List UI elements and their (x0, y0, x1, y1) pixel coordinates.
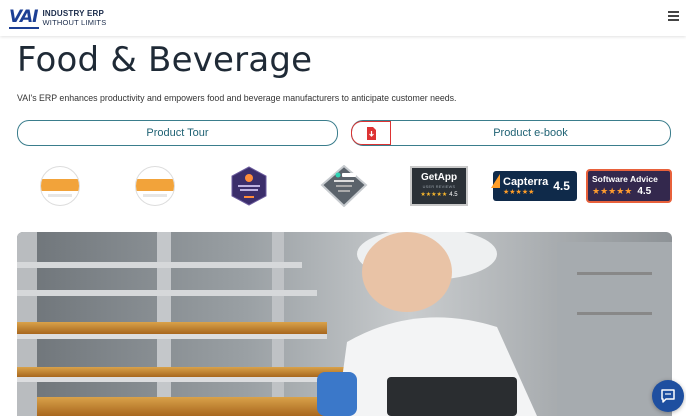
page-subtitle: VAI's ERP enhances productivity and empo… (17, 93, 457, 103)
getapp-sub: USER REVIEWS (422, 185, 456, 189)
product-ebook-label: Product e-book (493, 127, 568, 139)
software-advice-shield-badge (230, 166, 268, 206)
page-title: Food & Beverage (17, 40, 313, 80)
logo-line-2: WITHOUT LIMITS (42, 18, 107, 27)
g2-badge-2 (135, 166, 175, 206)
getapp-shield-badge (320, 164, 368, 208)
hero-photo (17, 232, 672, 416)
getapp-stars: ★★★★★ 4.5 (420, 192, 458, 198)
logo-tagline: INDUSTRY ERP WITHOUT LIMITS (43, 9, 107, 27)
logo-mark: VAI (9, 7, 39, 29)
product-ebook-button[interactable]: Product e-book (351, 120, 671, 146)
capterra-logo-icon (491, 174, 500, 188)
capterra-score: 4.5 (553, 179, 570, 193)
chat-icon[interactable] (652, 380, 684, 412)
software-advice-stars: ★★★★★ (592, 186, 633, 196)
pdf-download-icon (351, 121, 391, 145)
software-advice-name: Software Advice (592, 174, 658, 184)
capterra-name: Capterra (503, 176, 549, 188)
vai-logo[interactable]: VAI INDUSTRY ERP WITHOUT LIMITS (9, 7, 106, 29)
getapp-rating-badge: GetApp USER REVIEWS ★★★★★ 4.5 (410, 166, 468, 206)
logo-line-1: INDUSTRY ERP (42, 9, 105, 18)
getapp-score: 4.5 (449, 192, 458, 198)
product-tour-button[interactable]: Product Tour (17, 120, 338, 146)
site-header: VAI INDUSTRY ERP WITHOUT LIMITS (0, 0, 686, 36)
product-tour-label: Product Tour (146, 127, 209, 139)
capterra-rating-badge: Capterra ★★★★★ 4.5 (491, 171, 577, 201)
getapp-name: GetApp (420, 172, 458, 183)
software-advice-rating-badge: Software Advice ★★★★★ 4.5 (586, 169, 672, 203)
menu-icon[interactable] (668, 11, 679, 21)
software-advice-score: 4.5 (637, 186, 652, 197)
capterra-stars: ★★★★★ (503, 189, 535, 196)
g2-badge-1 (40, 166, 80, 206)
